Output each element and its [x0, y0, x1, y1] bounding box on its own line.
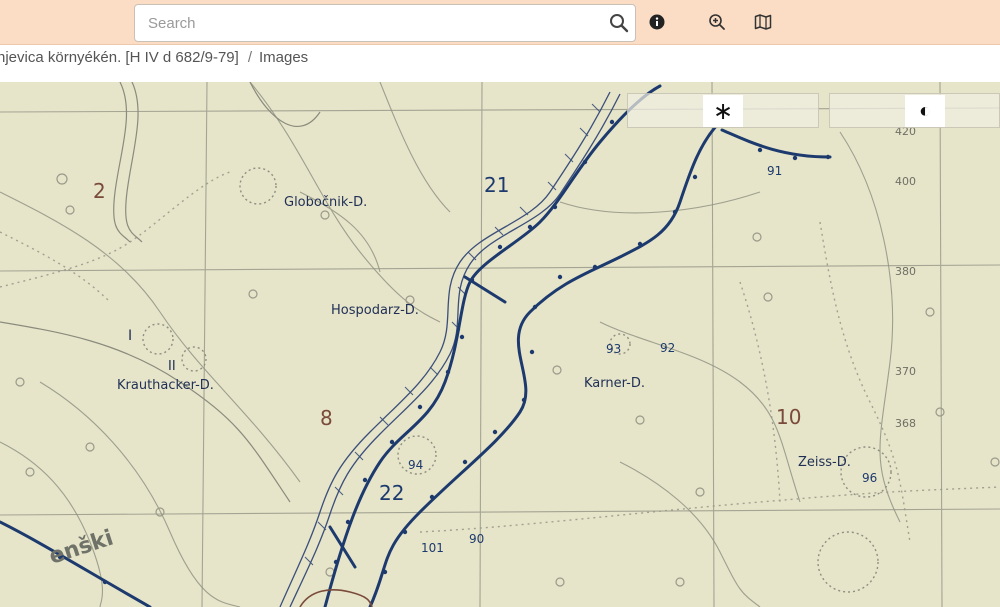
search-icon[interactable]	[607, 11, 631, 35]
label-roman-one: I	[128, 328, 132, 344]
sector-8: 8	[320, 406, 333, 430]
label-karner: Karner-D.	[584, 376, 645, 391]
label-roman-two: II	[168, 359, 176, 374]
point-94: 94	[408, 458, 423, 472]
sector-2: 2	[93, 179, 106, 203]
sector-21: 21	[484, 173, 509, 197]
point-93: 93	[606, 342, 621, 356]
top-bar	[0, 0, 1000, 45]
elevation-370: 370	[895, 365, 916, 378]
rotate-button[interactable]: ∗	[703, 95, 743, 127]
info-icon[interactable]	[646, 11, 668, 33]
label-hospodarz: Hospodarz-D.	[331, 303, 419, 318]
label-globocnik: Globočnik-D.	[284, 195, 367, 210]
breadcrumb: njevica környékén. [H IV d 682/9-79] / Ima…	[0, 45, 1000, 82]
breadcrumb-current: Images	[258, 49, 309, 66]
zoom-in-icon[interactable]	[706, 11, 728, 33]
asterisk-icon: ∗	[712, 97, 734, 125]
elevation-400: 400	[895, 175, 916, 188]
point-91: 91	[767, 164, 782, 178]
contrast-icon: ◐	[918, 99, 932, 122]
search-box	[134, 4, 636, 42]
map-image-viewer[interactable]: Globočnik-D. Hospodarz-D. Krauthacker-D.…	[0, 82, 1000, 607]
elevation-368: 368	[895, 417, 916, 430]
breadcrumb-separator: /	[247, 49, 252, 66]
elevation-380: 380	[895, 265, 916, 278]
sector-22: 22	[379, 481, 404, 505]
point-90: 90	[469, 532, 484, 546]
map-icon[interactable]	[752, 11, 774, 33]
search-input[interactable]	[135, 5, 595, 41]
label-zeiss: Zeiss-D.	[798, 455, 851, 470]
point-96: 96	[862, 471, 877, 485]
label-krauthacker: Krauthacker-D.	[117, 378, 214, 393]
breadcrumb-title-link[interactable]: njevica környékén. [H IV d 682/9-79]	[0, 49, 239, 66]
sector-10: 10	[776, 405, 801, 429]
contrast-button[interactable]: ◐	[905, 95, 945, 127]
point-92: 92	[660, 341, 675, 355]
point-101: 101	[421, 541, 444, 555]
historical-map-image: Globočnik-D. Hospodarz-D. Krauthacker-D.…	[0, 82, 1000, 607]
